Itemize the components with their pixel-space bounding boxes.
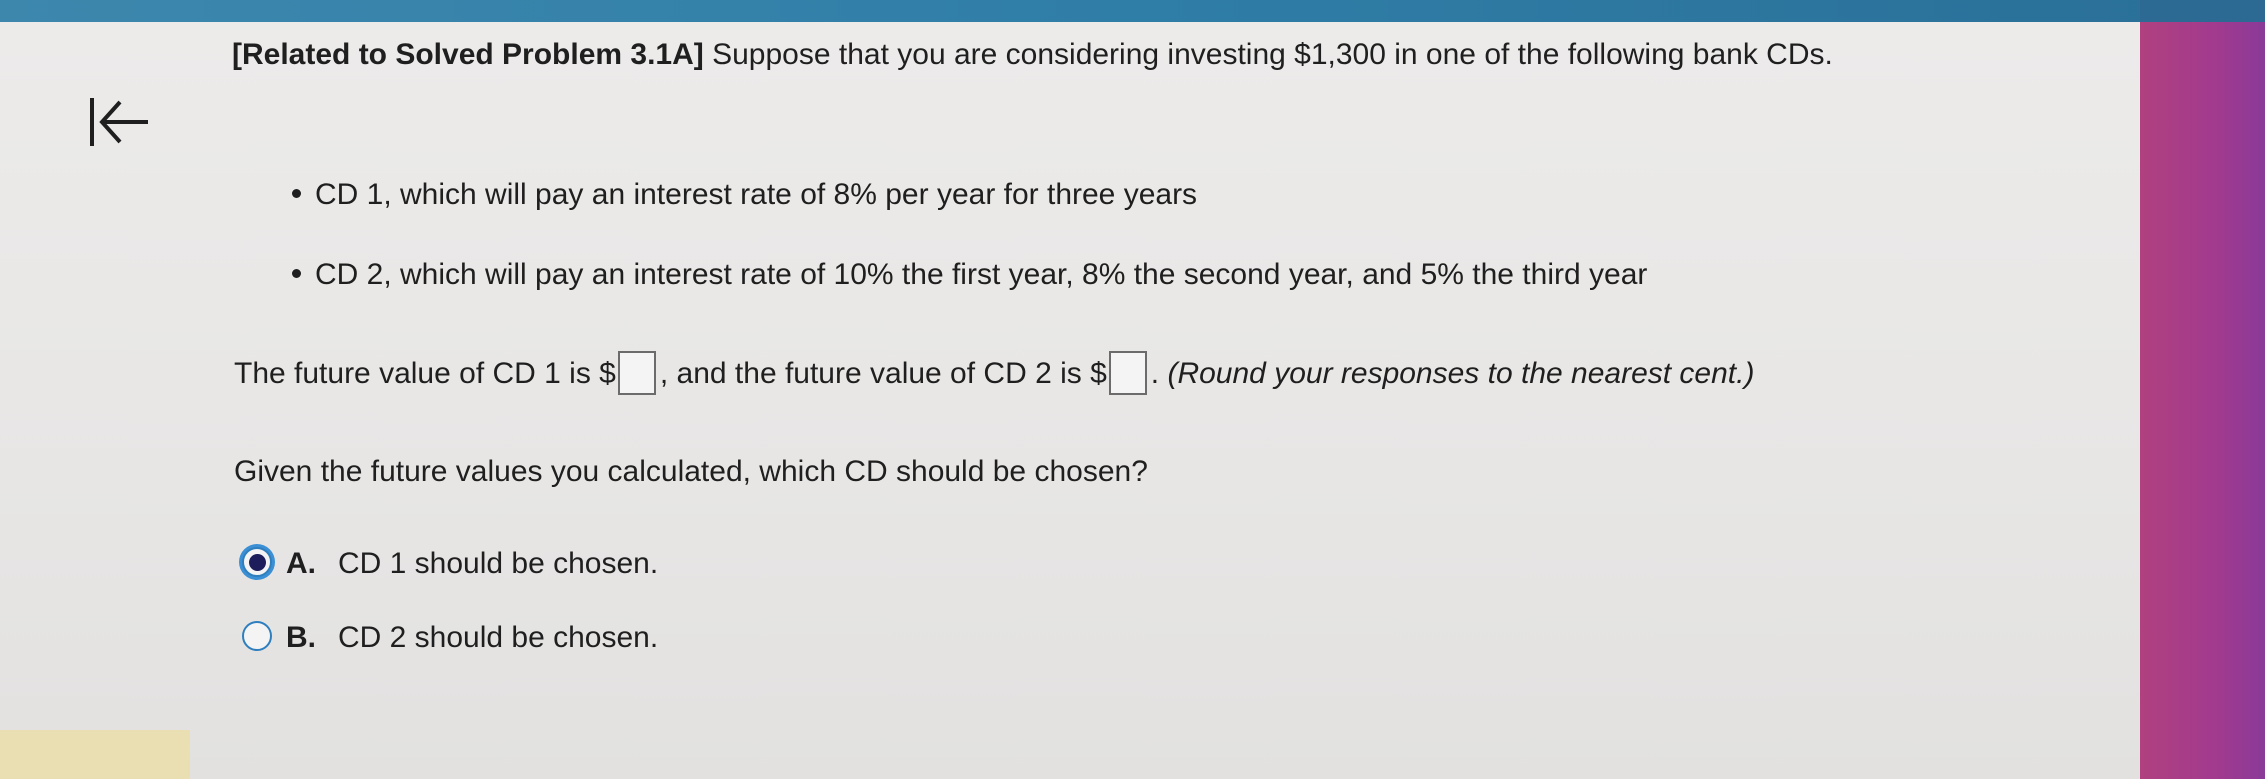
option-b-letter: B. [286, 621, 316, 654]
top-bar [0, 0, 2265, 22]
cd1-future-value-input[interactable] [617, 351, 656, 396]
right-side-panel [2140, 22, 2265, 779]
fv-text-1: The future value of CD 1 is $ [234, 357, 616, 390]
bottom-left-panel [0, 730, 190, 779]
option-b-radio[interactable] [242, 621, 272, 652]
right-strip-top [2140, 0, 2265, 22]
option-a[interactable]: A. CD 1 should be chosen. [242, 542, 658, 586]
list-item: CD 1, which will pay an interest rate of… [292, 175, 1197, 215]
list-item: CD 2, which will pay an interest rate of… [292, 255, 1647, 295]
problem-intro: Suppose that you are considering investi… [703, 38, 1833, 71]
cd2-future-value-input[interactable] [1108, 351, 1147, 396]
back-to-start-icon [90, 98, 148, 146]
option-a-text: CD 1 should be chosen. [338, 547, 659, 580]
problem-statement: [Related to Solved Problem 3.1A] Suppose… [232, 30, 2032, 80]
problem-reference: [Related to Solved Problem 3.1A] [232, 38, 704, 71]
choice-question: Given the future values you calculated, … [234, 455, 1148, 488]
bullet-dot [292, 188, 301, 198]
bullet-dot [292, 268, 301, 278]
fv-text-2: , and the future value of CD 2 is $ [659, 357, 1107, 390]
option-a-letter: A. [286, 547, 316, 580]
option-b[interactable]: B. CD 2 should be chosen. [242, 616, 658, 660]
fv-text-3: . [1150, 357, 1168, 390]
option-b-text: CD 2 should be chosen. [338, 621, 659, 654]
bullet-text-cd1: CD 1, which will pay an interest rate of… [315, 178, 1198, 211]
option-a-radio[interactable] [242, 547, 272, 578]
rounding-instruction: (Round your responses to the nearest cen… [1167, 357, 1755, 390]
bullet-text-cd2: CD 2, which will pay an interest rate of… [315, 258, 1648, 291]
question-page [0, 22, 2140, 779]
back-to-start-button[interactable] [86, 92, 152, 152]
future-value-line: The future value of CD 1 is $ , and the f… [234, 351, 1755, 397]
